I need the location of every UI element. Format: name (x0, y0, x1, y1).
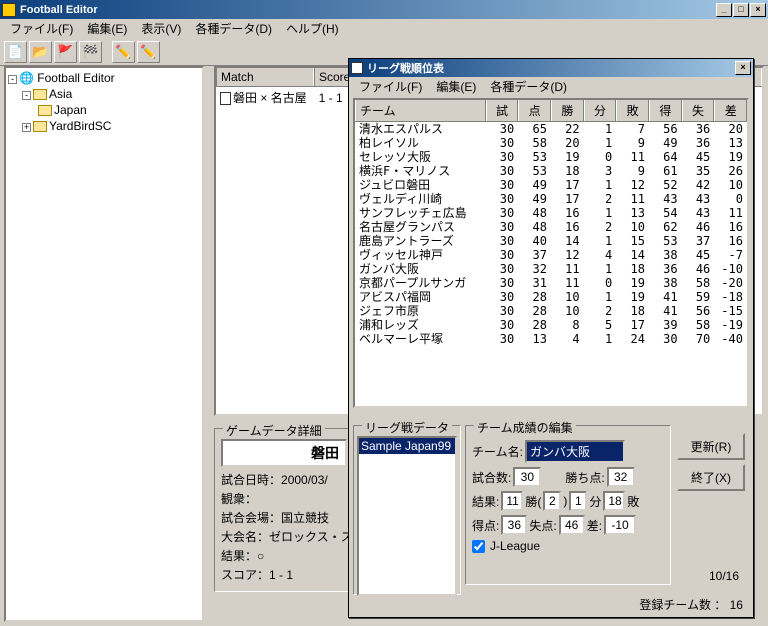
menu-view[interactable]: 表示(V) (135, 19, 187, 38)
minimize-button[interactable]: _ (716, 3, 732, 17)
league-data-list[interactable]: Sample Japan99 (357, 436, 457, 596)
tool-open[interactable]: 📂 (29, 41, 52, 63)
standings-dialog: リーグ戦順位表 × ファイル(F) 編集(E) 各種データ(D) チーム 試 点… (348, 58, 754, 618)
counter-text: 10/16 (709, 569, 739, 583)
league-item-selected[interactable]: Sample Japan99 (359, 438, 455, 454)
menu-file[interactable]: ファイル(F) (4, 19, 79, 38)
wins-input[interactable]: 11 (501, 491, 523, 511)
detail-title: ゲームデータ詳細 (223, 422, 325, 439)
exit-button[interactable]: 終了(X) (677, 464, 745, 491)
maximize-button[interactable]: □ (733, 3, 749, 17)
team-name-input[interactable]: ガンバ大阪 (525, 440, 625, 463)
dlg-menu-data[interactable]: 各種データ(D) (484, 77, 573, 96)
standings-row[interactable]: セレッソ大阪305319011644519 (355, 150, 747, 164)
dialog-title: リーグ戦順位表 (367, 60, 735, 76)
tool-flag2[interactable]: 🏁 (79, 41, 102, 63)
standings-row[interactable]: 名古屋グランパス304816210624616 (355, 220, 747, 234)
menu-data[interactable]: 各種データ(D) (189, 19, 278, 38)
tool-edit2[interactable]: ✏️ (137, 41, 160, 63)
gf-input[interactable]: 36 (501, 515, 527, 535)
tool-new[interactable]: 📄 (4, 41, 27, 63)
dlg-menu-edit[interactable]: 編集(E) (430, 77, 482, 96)
played-input[interactable]: 30 (513, 467, 541, 487)
close-button[interactable]: × (750, 3, 766, 17)
detail-team: 磐田 (221, 439, 347, 467)
standings-row[interactable]: 浦和レッズ302885173958-19 (355, 318, 747, 332)
standings-row[interactable]: ジュビロ磐田304917112524210 (355, 178, 747, 192)
ext-input[interactable]: 2 (543, 491, 561, 511)
standings-row[interactable]: ベルマーレ平塚301341243070-40 (355, 332, 747, 346)
tree-root[interactable]: -🌐 Football Editor (8, 70, 200, 86)
dialog-titlebar: リーグ戦順位表 × (349, 59, 753, 77)
main-menubar: ファイル(F) 編集(E) 表示(V) 各種データ(D) ヘルプ(H) (0, 19, 768, 38)
app-icon (2, 3, 16, 17)
standings-row[interactable]: アビスパ福岡3028101194159-18 (355, 290, 747, 304)
main-titlebar: Football Editor _ □ × (0, 0, 768, 19)
standings-header: チーム 試 点 勝 分 敗 得 失 差 (355, 100, 747, 122)
menu-edit[interactable]: 編集(E) (81, 19, 133, 38)
ga-input[interactable]: 46 (559, 515, 585, 535)
team-edit-box: チーム成績の編集 チーム名: ガンバ大阪 試合数: 30 勝ち点: 32 結果:… (465, 425, 671, 585)
standings-row[interactable]: 横浜F・マリノス30531839613526 (355, 164, 747, 178)
losses-input[interactable]: 18 (603, 491, 625, 511)
standings-row[interactable]: ヴェルディ川崎30491721143430 (355, 192, 747, 206)
league-data-box: リーグ戦データ Sample Japan99 (353, 425, 461, 595)
jleague-checkbox[interactable] (472, 540, 485, 553)
standings-row[interactable]: 柏レイソル30582019493613 (355, 136, 747, 150)
tree-asia[interactable]: -Asia (8, 86, 200, 102)
standings-row[interactable]: サンフレッチェ広島304816113544311 (355, 206, 747, 220)
tree-japan[interactable]: Japan (8, 102, 200, 118)
standings-row[interactable]: 鹿島アントラーズ304014115533716 (355, 234, 747, 248)
tool-edit1[interactable]: ✏️ (112, 41, 135, 63)
gd-input[interactable]: -10 (604, 515, 636, 535)
dialog-menubar: ファイル(F) 編集(E) 各種データ(D) (349, 77, 753, 96)
standings-table[interactable]: チーム 試 点 勝 分 敗 得 失 差 清水エスパルス3065221756362… (353, 98, 749, 408)
window-title: Football Editor (20, 4, 716, 16)
dlg-menu-file[interactable]: ファイル(F) (353, 77, 428, 96)
standings-row[interactable]: ヴィッセル神戸3037124143845-7 (355, 248, 747, 262)
footer-text: 登録チーム数 ： 16 (639, 596, 743, 613)
col-match[interactable]: Match (216, 68, 314, 86)
menu-help[interactable]: ヘルプ(H) (280, 19, 345, 38)
game-detail-box: ゲームデータ詳細 磐田 試合日時：2000/03/ 観衆： 試合会場：国立競技 … (214, 428, 354, 592)
points-input[interactable]: 32 (607, 467, 635, 487)
standings-row[interactable]: 京都パープルサンガ3031110193858-20 (355, 276, 747, 290)
standings-row[interactable]: ジェフ市原3028102184156-15 (355, 304, 747, 318)
standings-row[interactable]: ガンバ大阪3032111183646-10 (355, 262, 747, 276)
standings-row[interactable]: 清水エスパルス30652217563620 (355, 122, 747, 136)
dialog-icon (351, 62, 363, 74)
draws-input[interactable]: 1 (569, 491, 587, 511)
tree-yardbird[interactable]: +YardBirdSC (8, 118, 200, 134)
tool-flag[interactable]: 🚩 (54, 41, 77, 63)
dialog-close-button[interactable]: × (735, 61, 751, 75)
update-button[interactable]: 更新(R) (677, 433, 745, 460)
tree-view[interactable]: -🌐 Football Editor -Asia Japan +YardBird… (4, 66, 204, 622)
